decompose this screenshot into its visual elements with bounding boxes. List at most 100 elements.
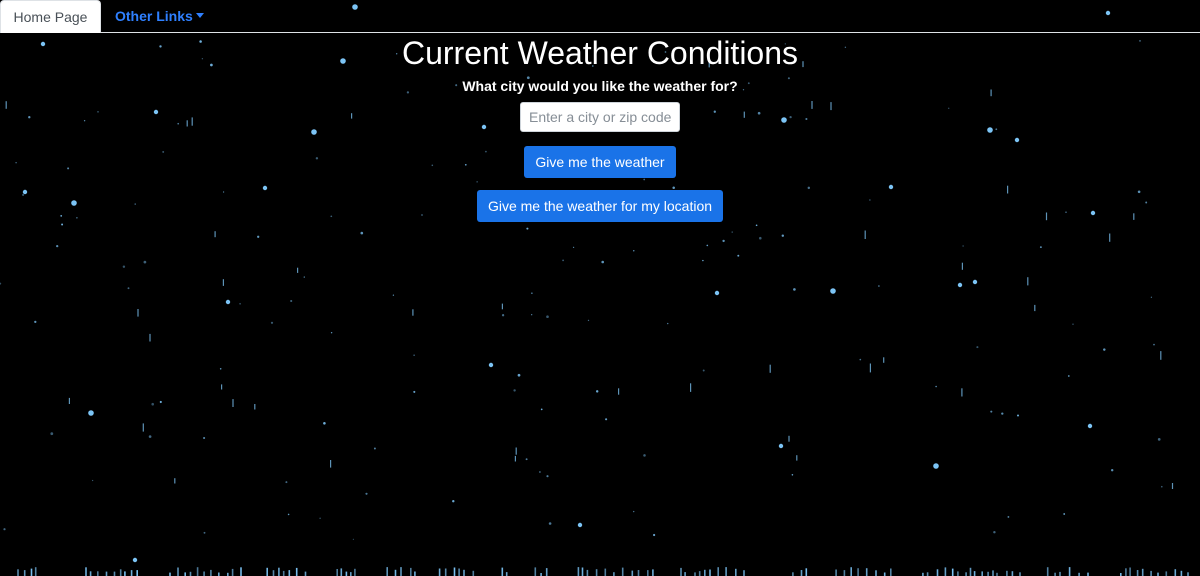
raindrop [34,320,37,324]
raindrop [219,368,222,370]
raindrop [392,294,395,296]
raindrop [513,389,516,392]
raindrop [330,331,333,334]
get-weather-button[interactable]: Give me the weather [524,146,676,178]
raindrop [755,224,758,227]
caret-down-icon [195,13,204,18]
raindrop [290,299,293,303]
raindrop [225,299,231,305]
raindrop [759,236,762,240]
get-location-weather-button[interactable]: Give me the weather for my location [476,190,724,222]
raindrop [546,315,549,319]
raindrop [1157,438,1161,441]
raindrop [652,533,656,537]
raindrop [1111,469,1114,472]
raindrop [1039,246,1042,249]
raindrop [1153,343,1155,346]
raindrop [122,265,126,268]
raindrop [91,479,94,482]
raindrop [323,422,326,425]
raindrop [148,435,152,438]
raindrop [993,530,996,534]
raindrop [546,475,549,478]
city-prompt: What city would you like the weather for… [462,78,738,94]
tab-home-page[interactable]: Home Page [0,0,101,33]
top-nav: Home Page Other Links [0,0,1200,34]
raindrop [859,358,862,361]
raindrop [488,362,494,368]
raindrop [714,290,720,296]
raindrop [702,369,705,372]
raindrop [1150,296,1153,298]
raindrop [633,250,635,252]
raindrop [303,276,305,278]
raindrop [413,390,416,393]
raindrop [239,302,241,305]
raindrop [791,474,794,476]
raindrop [778,443,784,449]
raindrop [737,254,740,257]
raindrop [1016,414,1020,417]
raindrop [517,373,521,377]
raindrop [548,522,552,525]
raindrop [88,410,94,416]
raindrop [702,259,704,262]
raindrop [452,500,455,503]
raindrop [285,481,288,484]
raindrop [1072,323,1074,325]
raindrop [793,288,796,291]
raindrop [365,492,368,495]
raindrop [572,246,575,248]
raindrop [413,354,415,356]
raindrop [540,408,543,411]
raindrop [830,288,836,294]
raindrop [1103,348,1106,351]
tab-home-page-label: Home Page [13,9,88,25]
raindrop [360,231,364,235]
raindrop [972,279,978,285]
raindrop [0,282,2,285]
raindrop [1063,513,1066,515]
raindrop [287,513,290,516]
raindrop [1087,423,1093,429]
raindrop [50,432,54,436]
raindrop [562,259,564,262]
raindrop [933,463,939,469]
other-links-label: Other Links [115,8,193,24]
raindrop [538,471,541,473]
raindrop [352,538,355,540]
raindrop [526,227,529,230]
raindrop [531,314,533,316]
raindrop [525,458,528,461]
raindrop [587,319,590,322]
raindrop [781,234,784,237]
raindrop [935,385,937,388]
weather-form: Current Weather Conditions What city wou… [0,33,1200,222]
raindrop [605,418,608,421]
raindrop [643,454,646,457]
raindrop [957,282,963,288]
raindrop [531,292,533,294]
raindrop [667,322,669,325]
raindrop [878,285,880,287]
raindrop [976,346,979,349]
raindrop [577,522,583,528]
raindrop [151,402,154,406]
city-input[interactable] [520,102,680,132]
raindrop [601,260,605,264]
other-links-dropdown[interactable]: Other Links [115,0,204,32]
raindrop [990,410,993,413]
raindrop [203,531,206,534]
raindrop [731,231,733,233]
raindrop [1161,485,1163,488]
raindrop [257,235,260,238]
page-title: Current Weather Conditions [401,35,799,71]
raindrop [56,244,59,248]
raindrop [501,314,505,317]
raindrop [132,557,138,563]
raindrop [127,287,130,290]
raindrop [3,528,6,531]
raindrop [706,244,709,247]
raindrop [61,223,64,226]
raindrop [1001,412,1004,415]
